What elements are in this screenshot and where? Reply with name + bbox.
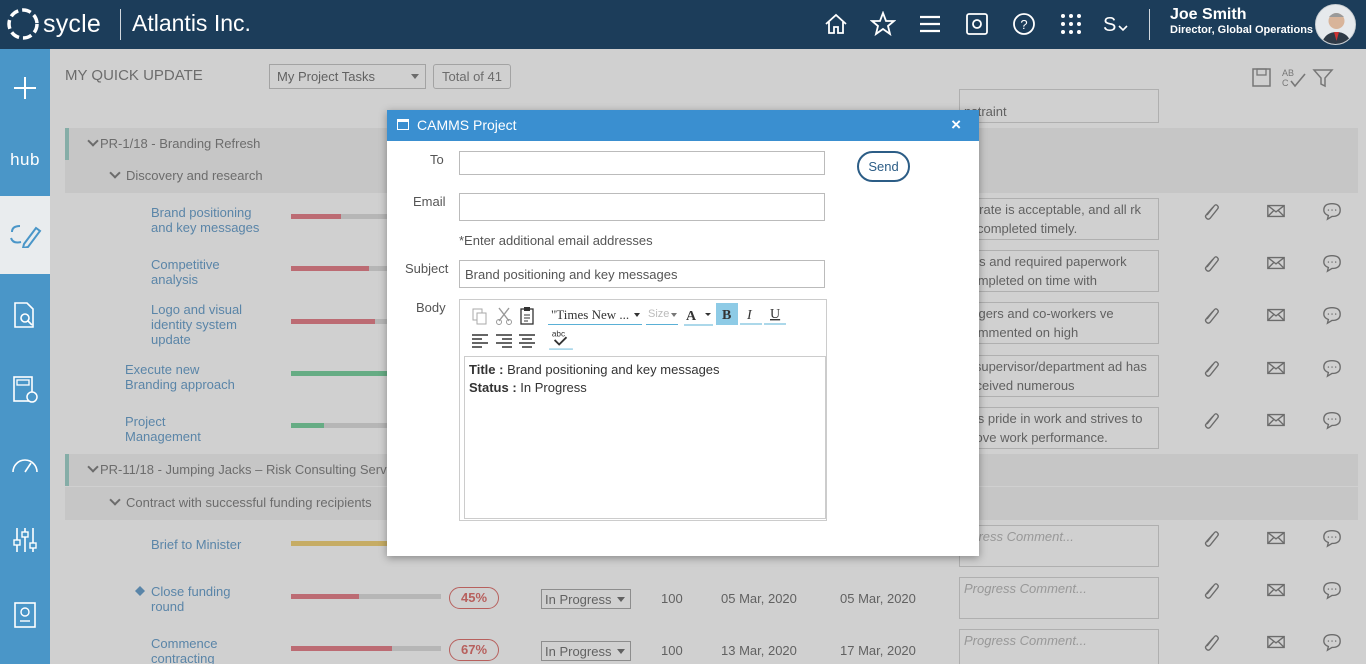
window-icon bbox=[397, 119, 409, 130]
report-icon bbox=[14, 602, 36, 628]
sidebar-sliders[interactable] bbox=[0, 514, 50, 566]
body-label: Body bbox=[416, 300, 446, 315]
svg-text:I: I bbox=[746, 308, 753, 323]
body-line-status: Status : In Progress bbox=[469, 379, 821, 397]
help-icon[interactable]: ? bbox=[1011, 11, 1037, 37]
subject-label: Subject bbox=[405, 261, 449, 276]
close-icon[interactable]: × bbox=[951, 115, 961, 135]
report-icon[interactable] bbox=[964, 11, 990, 37]
status-label: Status : bbox=[469, 380, 517, 395]
organization-name: Atlantis Inc. bbox=[132, 10, 251, 36]
menu-icon[interactable] bbox=[917, 11, 943, 37]
calculator-icon bbox=[13, 376, 38, 403]
settings-icon[interactable]: S bbox=[1102, 11, 1132, 37]
font-size-value: Size bbox=[648, 308, 670, 320]
font-size-select[interactable]: Size bbox=[646, 305, 678, 325]
align-right-icon[interactable] bbox=[494, 330, 514, 352]
svg-text:B: B bbox=[722, 308, 731, 323]
dialog-title: CAMMS Project bbox=[417, 117, 517, 133]
underline-icon[interactable]: U bbox=[764, 303, 786, 325]
paste-icon[interactable] bbox=[517, 305, 537, 327]
svg-text:?: ? bbox=[1020, 17, 1027, 32]
home-icon[interactable] bbox=[823, 11, 849, 37]
user-role: Director, Global Operations bbox=[1170, 24, 1314, 36]
sidebar: hub bbox=[0, 49, 50, 664]
dialog-header: CAMMS Project × bbox=[387, 110, 979, 141]
sidebar-gauge[interactable] bbox=[0, 439, 50, 491]
spellcheck-icon[interactable]: abc bbox=[548, 328, 574, 350]
sidebar-quick-update[interactable] bbox=[0, 196, 50, 274]
email-hint: *Enter additional email addresses bbox=[459, 233, 653, 248]
logo-text: sycle bbox=[43, 9, 101, 38]
sidebar-add[interactable] bbox=[0, 62, 50, 114]
user-divider bbox=[1149, 9, 1150, 40]
svg-text:abc: abc bbox=[552, 329, 565, 338]
search-doc-icon bbox=[14, 302, 34, 328]
apps-grid-icon[interactable] bbox=[1058, 11, 1084, 37]
svg-text:U: U bbox=[770, 307, 780, 322]
star-icon[interactable] bbox=[870, 11, 896, 37]
body-line-title: Title : Brand positioning and key messag… bbox=[469, 361, 821, 379]
font-family-select[interactable]: "Times New ... bbox=[548, 305, 642, 325]
rich-text-editor: "Times New ... Size A B I U abc Title : … bbox=[459, 299, 827, 521]
bold-button[interactable]: B bbox=[716, 303, 738, 325]
email-input[interactable] bbox=[459, 193, 825, 221]
send-button[interactable]: Send bbox=[857, 151, 910, 182]
avatar[interactable] bbox=[1315, 4, 1356, 45]
status-value: In Progress bbox=[520, 380, 587, 395]
svg-text:S: S bbox=[1103, 14, 1116, 36]
cut-icon[interactable] bbox=[494, 305, 514, 327]
sidebar-calculator[interactable] bbox=[0, 364, 50, 416]
font-color-icon[interactable]: A bbox=[682, 304, 714, 326]
gauge-icon bbox=[12, 459, 38, 473]
italic-icon[interactable]: I bbox=[740, 303, 762, 325]
user-name[interactable]: Joe Smith bbox=[1170, 6, 1246, 24]
plus-icon bbox=[14, 77, 36, 99]
font-family-value: "Times New ... bbox=[551, 307, 630, 322]
sidebar-search-doc[interactable] bbox=[0, 289, 50, 341]
logo-divider bbox=[120, 9, 121, 40]
email-label: Email bbox=[413, 194, 446, 209]
title-label: Title : bbox=[469, 362, 504, 377]
sidebar-hub[interactable]: hub bbox=[0, 134, 50, 186]
sidebar-report[interactable] bbox=[0, 589, 50, 641]
align-center-icon[interactable] bbox=[517, 330, 537, 352]
editor-body[interactable]: Title : Brand positioning and key messag… bbox=[464, 356, 826, 519]
chevron-down-icon bbox=[634, 313, 640, 317]
update-icon bbox=[10, 225, 42, 248]
sliders-icon bbox=[13, 528, 37, 552]
subject-input[interactable]: Brand positioning and key messages bbox=[459, 260, 825, 288]
to-input[interactable] bbox=[459, 151, 825, 175]
title-value: Brand positioning and key messages bbox=[507, 362, 720, 377]
copy-icon[interactable] bbox=[470, 305, 490, 327]
to-label: To bbox=[430, 152, 444, 167]
align-left-icon[interactable] bbox=[470, 330, 490, 352]
bold-icon: B bbox=[722, 308, 731, 323]
chevron-down-icon bbox=[671, 313, 677, 317]
logo[interactable]: sycle bbox=[6, 7, 101, 41]
cycle-logo-icon bbox=[7, 8, 39, 40]
email-dialog: CAMMS Project × To Send Email *Enter add… bbox=[387, 110, 979, 556]
hub-label: hub bbox=[10, 150, 40, 169]
svg-text:A: A bbox=[686, 309, 697, 324]
top-bar: sycle Atlantis Inc. ? S Joe Smith Direct… bbox=[0, 0, 1366, 49]
